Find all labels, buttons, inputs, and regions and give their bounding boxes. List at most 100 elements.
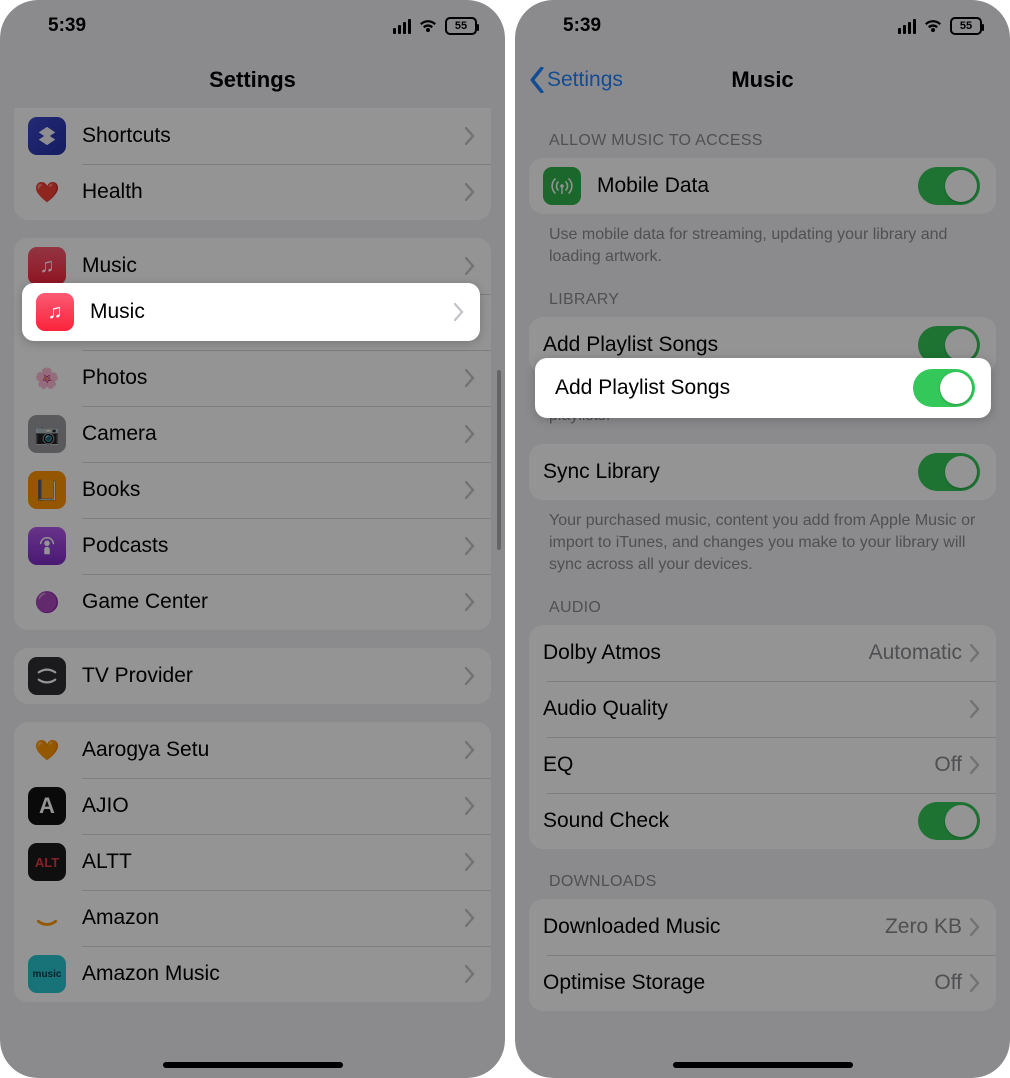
row-value: Zero KB (885, 915, 962, 939)
aarogya-icon: 🧡 (28, 731, 66, 769)
row-label: Optimise Storage (543, 971, 934, 995)
row-camera[interactable]: 📷 Camera (14, 406, 491, 462)
row-dolby-atmos[interactable]: Dolby Atmos Automatic (529, 625, 996, 681)
status-bar: 5:39 55 (515, 0, 1010, 52)
back-button[interactable]: Settings (529, 52, 623, 108)
row-sync-library[interactable]: Sync Library (529, 444, 996, 500)
home-indicator[interactable] (673, 1062, 853, 1068)
status-time: 5:39 (48, 15, 86, 37)
chevron-right-icon (465, 593, 475, 611)
row-label: Add Playlist Songs (555, 376, 913, 400)
row-label: Podcasts (82, 534, 465, 558)
health-icon: ❤️ (28, 173, 66, 211)
row-label: Music (90, 300, 454, 324)
row-mobile-data[interactable]: Mobile Data (529, 158, 996, 214)
music-settings-scroll[interactable]: ALLOW MUSIC TO ACCESS Mobile Data Use mo… (515, 108, 1010, 1051)
row-label: Sound Check (543, 809, 918, 833)
highlight-music-row[interactable]: ♫ Music (22, 283, 480, 341)
row-label: AJIO (82, 794, 465, 818)
music-icon: ♫ (28, 247, 66, 285)
shortcuts-icon (28, 117, 66, 155)
battery-icon: 55 (445, 17, 477, 35)
row-downloaded-music[interactable]: Downloaded Music Zero KB (529, 899, 996, 955)
back-label: Settings (547, 68, 623, 92)
row-podcasts[interactable]: Podcasts (14, 518, 491, 574)
section-header-library: LIBRARY (529, 267, 996, 317)
row-sound-check[interactable]: Sound Check (529, 793, 996, 849)
row-eq[interactable]: EQ Off (529, 737, 996, 793)
row-ajio[interactable]: A AJIO (14, 778, 491, 834)
wifi-icon (923, 18, 943, 34)
footer-mobile-data: Use mobile data for streaming, updating … (529, 214, 996, 267)
toggle-add-playlist[interactable] (913, 369, 975, 407)
row-value: Off (934, 753, 962, 777)
row-label: Health (82, 180, 465, 204)
row-label: Photos (82, 366, 465, 390)
chevron-right-icon (465, 667, 475, 685)
music-icon: ♫ (36, 293, 74, 331)
row-label: EQ (543, 753, 934, 777)
photos-icon: 🌸 (28, 359, 66, 397)
row-label: Amazon Music (82, 962, 465, 986)
chevron-right-icon (970, 644, 980, 662)
row-label: Downloaded Music (543, 915, 885, 939)
row-health[interactable]: ❤️ Health (14, 164, 491, 220)
row-value: Automatic (869, 641, 962, 665)
chevron-right-icon (465, 965, 475, 983)
amazon-icon (28, 899, 66, 937)
chevron-right-icon (970, 974, 980, 992)
row-photos[interactable]: 🌸 Photos (14, 350, 491, 406)
toggle-mobile-data[interactable] (918, 167, 980, 205)
page-title: Settings (209, 67, 296, 93)
row-label: Shortcuts (82, 124, 465, 148)
nav-bar: Settings Music (515, 52, 1010, 108)
row-game-center[interactable]: 🟣 Game Center (14, 574, 491, 630)
row-altt[interactable]: ALT ALTT (14, 834, 491, 890)
section-header-downloads: DOWNLOADS (529, 849, 996, 899)
chevron-right-icon (465, 127, 475, 145)
page-title: Music (731, 67, 793, 93)
chevron-right-icon (970, 700, 980, 718)
chevron-right-icon (970, 756, 980, 774)
row-label: Books (82, 478, 465, 502)
status-icons: 55 (393, 17, 477, 35)
highlight-add-playlist-row[interactable]: Add Playlist Songs (535, 358, 991, 418)
toggle-sync-library[interactable] (918, 453, 980, 491)
camera-icon: 📷 (28, 415, 66, 453)
status-time: 5:39 (563, 15, 601, 37)
chevron-right-icon (454, 303, 464, 321)
game-center-icon: 🟣 (28, 583, 66, 621)
row-label: Mobile Data (597, 174, 918, 198)
row-amazon[interactable]: Amazon (14, 890, 491, 946)
ajio-icon: A (28, 787, 66, 825)
row-aarogya-setu[interactable]: 🧡 Aarogya Setu (14, 722, 491, 778)
row-label: Audio Quality (543, 697, 970, 721)
chevron-right-icon (465, 909, 475, 927)
chevron-right-icon (465, 797, 475, 815)
row-label: ALTT (82, 850, 465, 874)
footer-sync-library: Your purchased music, content you add fr… (529, 500, 996, 575)
status-icons: 55 (898, 17, 982, 35)
scroll-indicator[interactable] (497, 370, 501, 550)
status-bar: 5:39 55 (0, 0, 505, 52)
row-label: Amazon (82, 906, 465, 930)
home-indicator[interactable] (163, 1062, 343, 1068)
chevron-right-icon (465, 741, 475, 759)
row-audio-quality[interactable]: Audio Quality (529, 681, 996, 737)
chevron-right-icon (970, 918, 980, 936)
row-amazon-music[interactable]: music Amazon Music (14, 946, 491, 1002)
row-optimise-storage[interactable]: Optimise Storage Off (529, 955, 996, 1011)
row-books[interactable]: 📙 Books (14, 462, 491, 518)
tv-provider-icon (28, 657, 66, 695)
chevron-right-icon (465, 369, 475, 387)
screenshot-music-settings: 5:39 55 Settings Music ALLOW MUSIC TO AC… (515, 0, 1010, 1078)
row-value: Off (934, 971, 962, 995)
chevron-right-icon (465, 853, 475, 871)
chevron-right-icon (465, 481, 475, 499)
row-shortcuts[interactable]: Shortcuts (14, 108, 491, 164)
toggle-sound-check[interactable] (918, 802, 980, 840)
chevron-right-icon (465, 537, 475, 555)
settings-scroll[interactable]: Shortcuts ❤️ Health ♫ Music tv TV � (0, 108, 505, 1042)
section-header-audio: AUDIO (529, 575, 996, 625)
row-tv-provider[interactable]: TV Provider (14, 648, 491, 704)
